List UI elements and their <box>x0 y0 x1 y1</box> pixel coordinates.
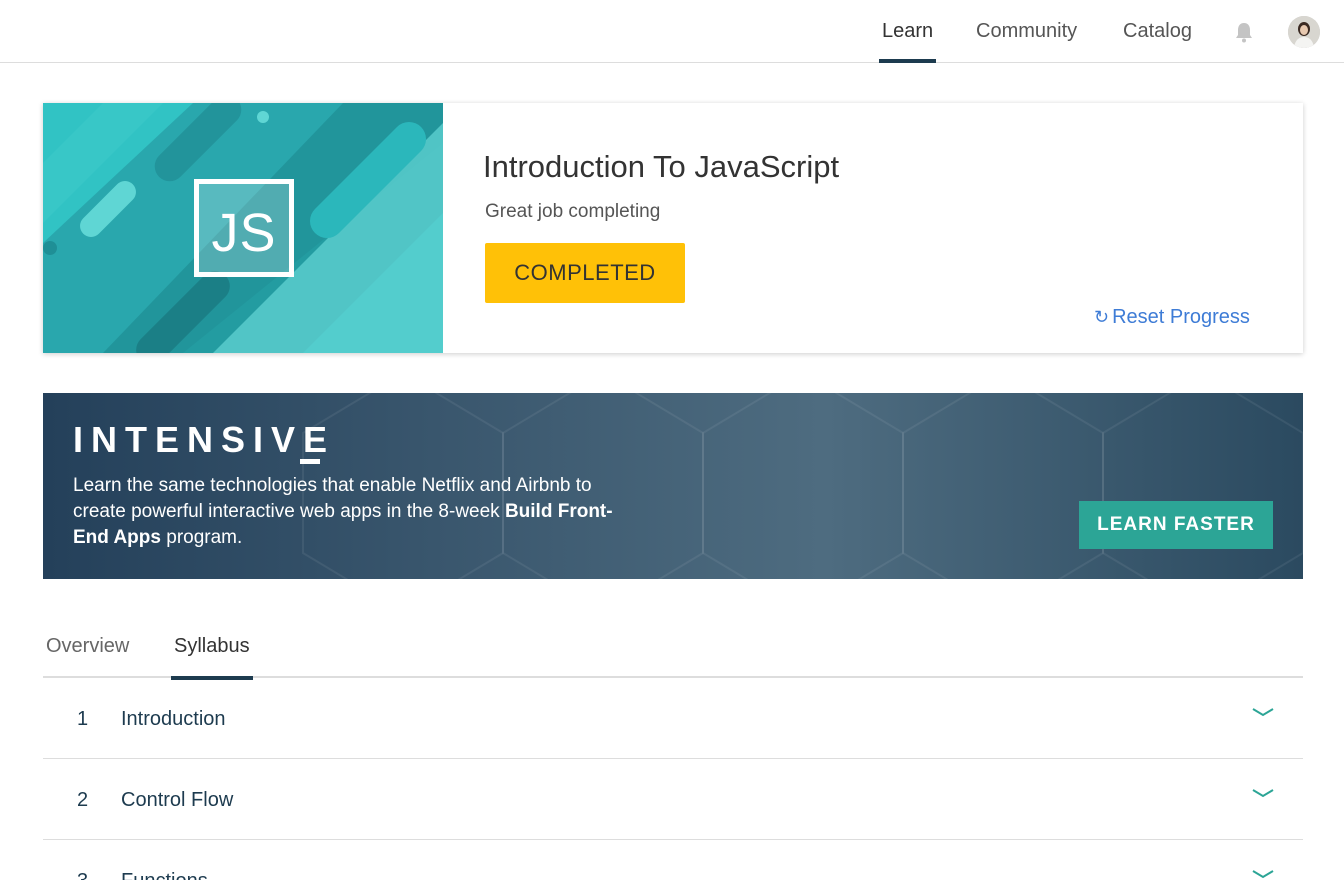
banner-title: INTENSIVE <box>73 419 336 460</box>
course-image: JS <box>43 103 443 353</box>
banner-text-end: program. <box>160 527 243 548</box>
learn-faster-button[interactable]: LEARN FASTER <box>1079 501 1273 549</box>
syllabus-item-number: 1 <box>77 708 89 730</box>
course-title: Introduction To JavaScript <box>483 149 840 184</box>
syllabus-item-number: 2 <box>77 789 89 811</box>
top-nav: Learn Community Catalog <box>0 0 1344 63</box>
syllabus-item-number: 3 <box>77 870 88 880</box>
syllabus-item[interactable]: 3 Functions <box>43 840 1303 880</box>
nav-learn[interactable]: Learn <box>878 0 937 63</box>
js-logo-text: JS <box>211 203 277 263</box>
syllabus-item-title: Introduction <box>121 708 226 730</box>
course-card: JS Introduction To JavaScript Great job … <box>43 103 1303 353</box>
banner-title-underline <box>300 459 320 464</box>
js-logo: JS <box>194 179 294 277</box>
intensive-banner: INTENSIVE Learn the same technologies th… <box>43 393 1303 579</box>
syllabus-item-title: Functions <box>121 870 208 880</box>
user-avatar[interactable] <box>1288 16 1320 48</box>
bell-icon[interactable] <box>1234 21 1254 43</box>
nav-community[interactable]: Community <box>976 0 1077 63</box>
course-tabs: Overview Syllabus <box>43 623 1303 680</box>
reset-progress-link[interactable]: ↻ Reset Progress <box>1094 306 1250 329</box>
refresh-icon: ↻ <box>1094 307 1110 327</box>
chevron-down-icon[interactable] <box>1251 868 1275 880</box>
nav-catalog[interactable]: Catalog <box>1123 0 1192 63</box>
course-subtitle: Great job completing <box>485 201 661 222</box>
completed-button[interactable]: COMPLETED <box>485 243 685 303</box>
chevron-down-icon[interactable] <box>1251 706 1275 720</box>
reset-progress-label: Reset Progress <box>1112 306 1250 328</box>
syllabus-item[interactable]: 1 Introduction <box>43 678 1303 759</box>
banner-description: Learn the same technologies that enable … <box>73 473 613 551</box>
tab-overview[interactable]: Overview <box>46 635 129 678</box>
tab-syllabus[interactable]: Syllabus <box>171 635 253 680</box>
syllabus-item[interactable]: 2 Control Flow <box>43 759 1303 840</box>
syllabus-item-title: Control Flow <box>121 789 234 811</box>
chevron-down-icon[interactable] <box>1251 787 1275 801</box>
